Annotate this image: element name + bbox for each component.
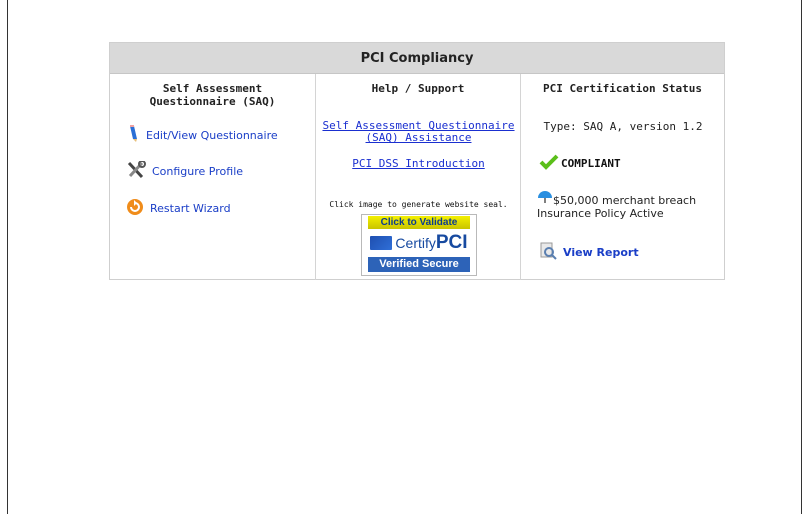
pencil-icon [126, 125, 140, 146]
umbrella-icon [537, 190, 553, 207]
seal-verified-secure: Verified Secure [368, 257, 470, 272]
window-left-border [7, 0, 8, 514]
saq-title-line2: Questionnaire (SAQ) [149, 95, 276, 108]
tools-icon [126, 160, 146, 182]
saq-assistance-link[interactable]: Self Assessment Questionnaire (SAQ) Assi… [316, 120, 521, 144]
saq-assistance-line2: (SAQ) Assistance [365, 131, 472, 144]
help-column: Help / Support Self Assessment Questionn… [315, 74, 520, 280]
restart-wizard-link[interactable]: Restart Wizard [126, 198, 231, 219]
seal-pci-text: PCI [435, 232, 468, 253]
report-icon [539, 242, 557, 263]
help-column-title: Help / Support [371, 82, 465, 95]
saq-column: Self Assessment Questionnaire (SAQ) Edit… [110, 74, 315, 280]
insurance-line2: Insurance Policy Active [537, 207, 664, 220]
insurance-status: $50,000 merchant breach Insurance Policy… [537, 190, 722, 220]
edit-view-questionnaire-link[interactable]: Edit/View Questionnaire [126, 125, 278, 146]
saq-column-title: Self Assessment Questionnaire (SAQ) [110, 82, 315, 108]
pci-dss-introduction-label: PCI DSS Introduction [352, 157, 485, 170]
status-column-title: PCI Certification Status [543, 82, 702, 95]
status-column: PCI Certification Status Type: SAQ A, ve… [520, 74, 724, 280]
window-right-border [801, 0, 802, 514]
insurance-line1: $50,000 merchant breach [553, 194, 697, 207]
saq-type: Type: SAQ A, version 1.2 [543, 120, 703, 133]
seal-flag-icon [370, 236, 393, 250]
configure-profile-link[interactable]: Configure Profile [126, 160, 244, 182]
certify-pci-seal[interactable]: Click to Validate Certify PCI Verified Se… [361, 214, 477, 276]
pci-dss-introduction-link[interactable]: PCI DSS Introduction [316, 158, 521, 170]
view-report-link[interactable]: View Report [539, 242, 639, 263]
compliance-label: COMPLIANT [561, 157, 621, 170]
compliance-status: COMPLIANT [539, 154, 621, 173]
checkmark-icon [539, 154, 559, 173]
edit-view-questionnaire-label: Edit/View Questionnaire [146, 129, 278, 142]
restart-icon [126, 198, 144, 219]
seal-certify-text: Certify [395, 235, 436, 251]
saq-title-line1: Self Assessment [162, 82, 263, 95]
panel-title: PCI Compliancy [110, 43, 724, 74]
restart-wizard-label: Restart Wizard [150, 202, 231, 215]
seal-caption: Click image to generate website seal. [329, 200, 508, 209]
view-report-label: View Report [563, 246, 639, 259]
pci-compliancy-panel: PCI Compliancy Self Assessment Questionn… [109, 42, 725, 280]
configure-profile-label: Configure Profile [152, 165, 244, 178]
seal-logo: Certify PCI [362, 229, 476, 257]
seal-click-to-validate: Click to Validate [368, 216, 470, 229]
